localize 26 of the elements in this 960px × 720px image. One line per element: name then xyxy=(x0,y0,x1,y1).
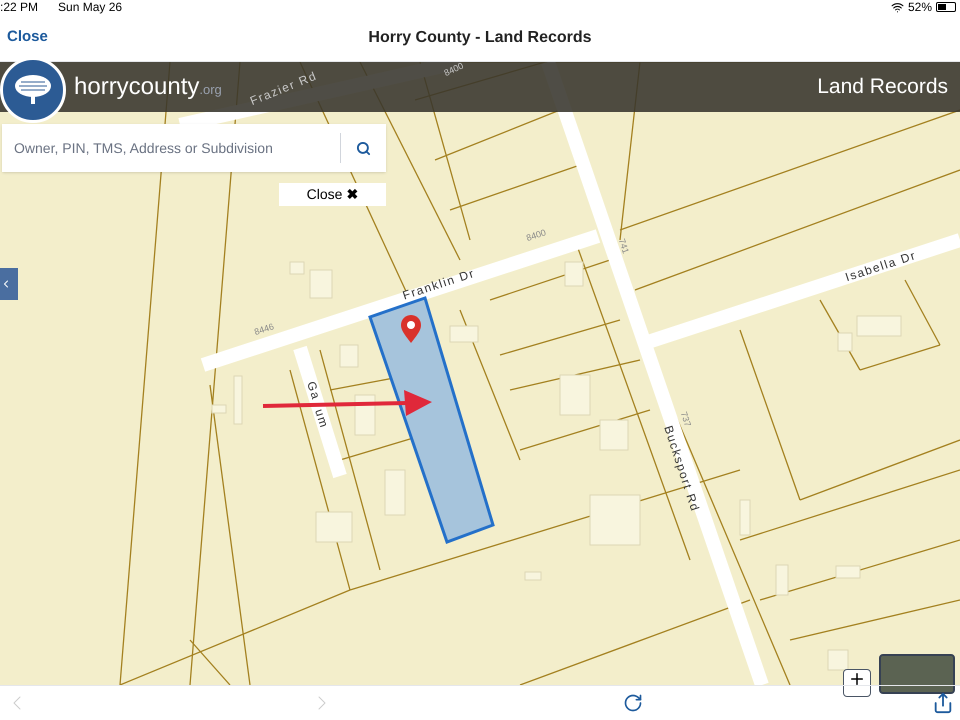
map-pin-icon xyxy=(401,315,421,343)
header-title: Land Records xyxy=(817,74,949,100)
battery-icon xyxy=(936,2,956,12)
street-label: um xyxy=(312,407,332,430)
address-number: 8446 xyxy=(253,321,276,337)
close-link[interactable]: Close xyxy=(7,26,48,49)
zoom-in-button[interactable] xyxy=(843,669,871,697)
logo-text: horrycounty xyxy=(74,72,200,102)
share-icon[interactable] xyxy=(932,692,954,714)
battery-level: 52% xyxy=(908,0,932,16)
search-icon xyxy=(356,140,371,156)
address-number: 741 xyxy=(616,237,631,255)
address-number: 8400 xyxy=(525,227,548,243)
status-date: Sun May 26 xyxy=(58,0,122,16)
panel-toggle-tab[interactable] xyxy=(0,268,18,300)
aerial-photo-placeholder[interactable] xyxy=(879,654,955,694)
logo-suffix: .org xyxy=(199,82,222,97)
reload-icon[interactable] xyxy=(623,693,643,713)
close-button[interactable]: Close ✖ xyxy=(279,183,386,206)
wifi-icon xyxy=(890,0,904,14)
plus-icon xyxy=(848,670,866,688)
address-number: 737 xyxy=(678,410,693,428)
page-title: Horry County - Land Records xyxy=(368,28,592,48)
street-label: Ga xyxy=(304,380,324,402)
status-time: :22 PM xyxy=(0,0,38,16)
address-number: 8400 xyxy=(442,62,465,78)
